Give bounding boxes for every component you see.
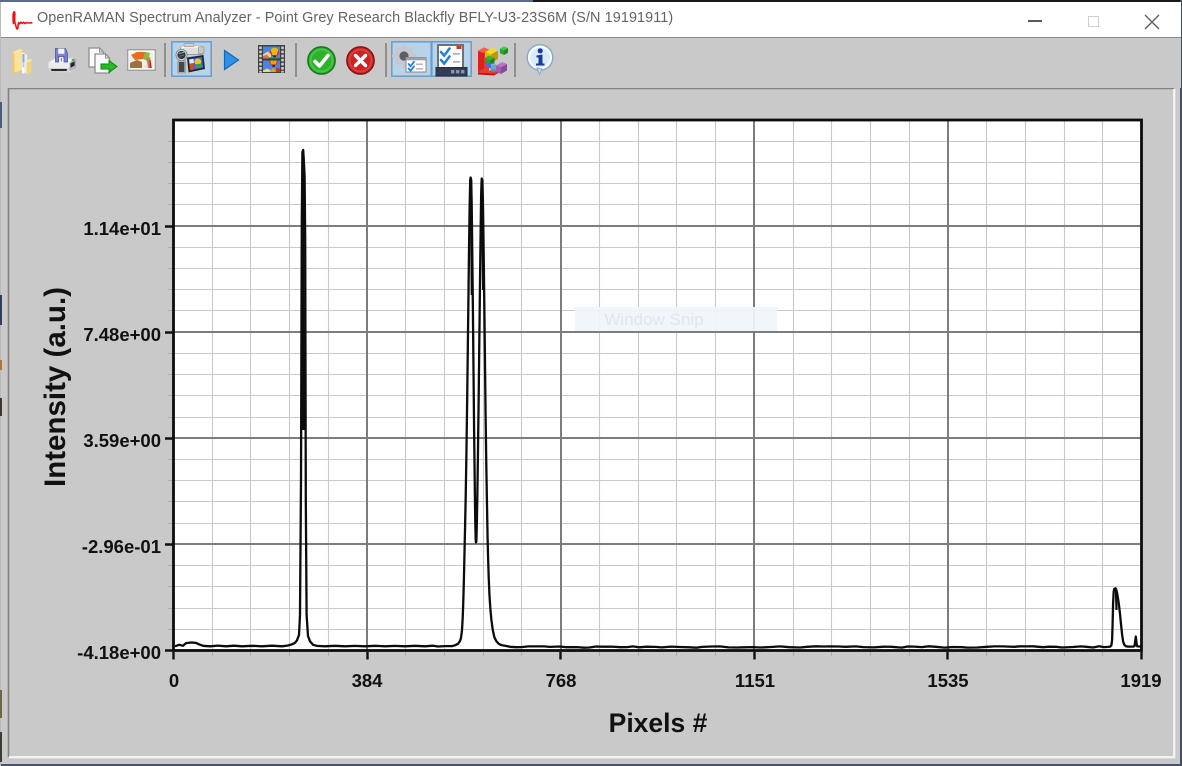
svg-text:Window Snip: Window Snip [604,310,703,329]
svg-text:Intensity (a.u.): Intensity (a.u.) [39,287,72,487]
svg-text:1.14e+01: 1.14e+01 [83,218,161,239]
svg-text:1151: 1151 [735,670,775,691]
svg-text:0: 0 [169,670,179,691]
svg-text:-4.18e+00: -4.18e+00 [77,642,161,663]
svg-text:7.48e+00: 7.48e+00 [83,324,161,345]
svg-text:1919: 1919 [1120,670,1161,691]
svg-text:1535: 1535 [927,670,968,691]
svg-text:-2.96e-01: -2.96e-01 [82,536,161,557]
svg-text:Pixels #: Pixels # [609,708,708,738]
svg-text:3.59e+00: 3.59e+00 [83,430,161,451]
svg-text:768: 768 [546,670,577,691]
svg-text:384: 384 [352,670,384,691]
